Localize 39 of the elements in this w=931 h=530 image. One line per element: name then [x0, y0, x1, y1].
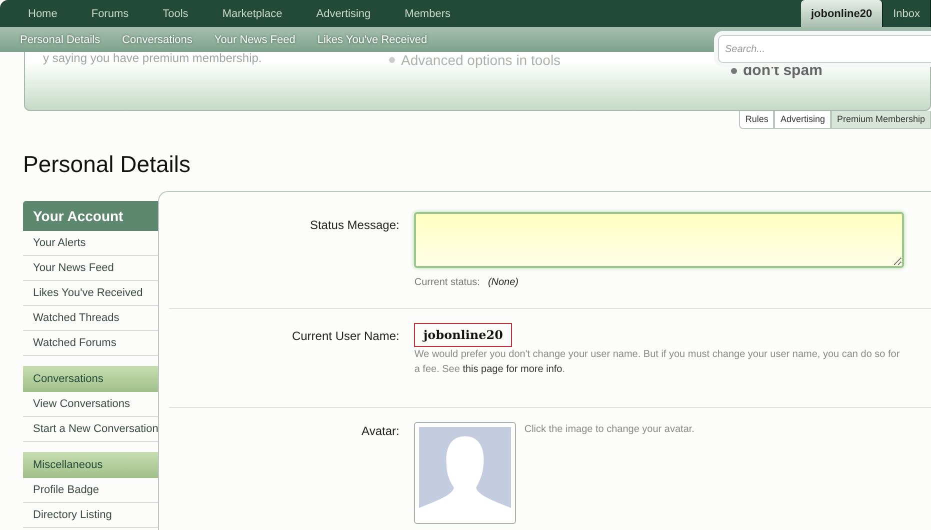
username-hint: We would prefer you don't change your user name. But if you must change your user name, you can do so for a fee. See this page for more info.: [414, 348, 901, 377]
sidebar-item[interactable]: Your Alerts: [23, 231, 158, 256]
sidebar-item[interactable]: Likes You've Received: [23, 281, 158, 306]
sidebar-item[interactable]: Watched Threads: [23, 306, 158, 331]
banner-bullet: Advanced options in tools: [401, 52, 561, 68]
notice-tab[interactable]: Rules: [739, 111, 774, 129]
nav-tab[interactable]: jobonline20: [800, 0, 884, 27]
bullet-icon: [389, 57, 395, 63]
nav-tab[interactable]: Marketplace: [210, 0, 294, 27]
nav-tab[interactable]: Forums: [79, 0, 141, 27]
avatar-icon[interactable]: [414, 422, 516, 524]
sidebar-item[interactable]: View Conversations: [23, 392, 158, 417]
info-link[interactable]: this page for more info: [462, 364, 562, 375]
notice-tab[interactable]: Advertising: [774, 111, 831, 129]
sidebar-item[interactable]: Start a New Conversation: [23, 417, 158, 442]
username-value: jobonline20: [414, 323, 512, 347]
avatar-hint: Click the image to change your avatar.: [524, 423, 696, 437]
field-label: Current User Name:: [290, 328, 400, 345]
sidebar-item[interactable]: Profile Badge: [23, 478, 158, 503]
field-label: Status Message:: [308, 217, 400, 234]
nav-tab[interactable]: Tools: [150, 0, 200, 27]
nav-tab[interactable]: Advertising: [304, 0, 383, 27]
sidebar-heading: Your Account: [23, 201, 158, 231]
search-field[interactable]: Search...: [718, 35, 931, 63]
status-field[interactable]: [414, 212, 904, 268]
sidebar-heading: Miscellaneous: [23, 452, 158, 478]
nav-tab[interactable]: Members: [392, 0, 462, 27]
field-label: Avatar:: [360, 423, 400, 440]
sidebar-item[interactable]: Your News Feed: [23, 256, 158, 281]
bullet-icon: [731, 68, 737, 74]
status-value: (None): [488, 277, 519, 288]
notice-tab[interactable]: Premium Membership: [830, 111, 931, 129]
sidebar-item[interactable]: Watched Forums: [23, 331, 158, 356]
sidebar-item[interactable]: Directory Listing: [23, 503, 158, 528]
banner-text: y saying you have premium membership.: [43, 51, 262, 65]
status-label: Current status:: [414, 277, 480, 288]
sidebar-heading: Conversations: [23, 366, 158, 392]
page-title: Personal Details: [23, 151, 192, 178]
nav-tab[interactable]: Home: [16, 0, 70, 27]
